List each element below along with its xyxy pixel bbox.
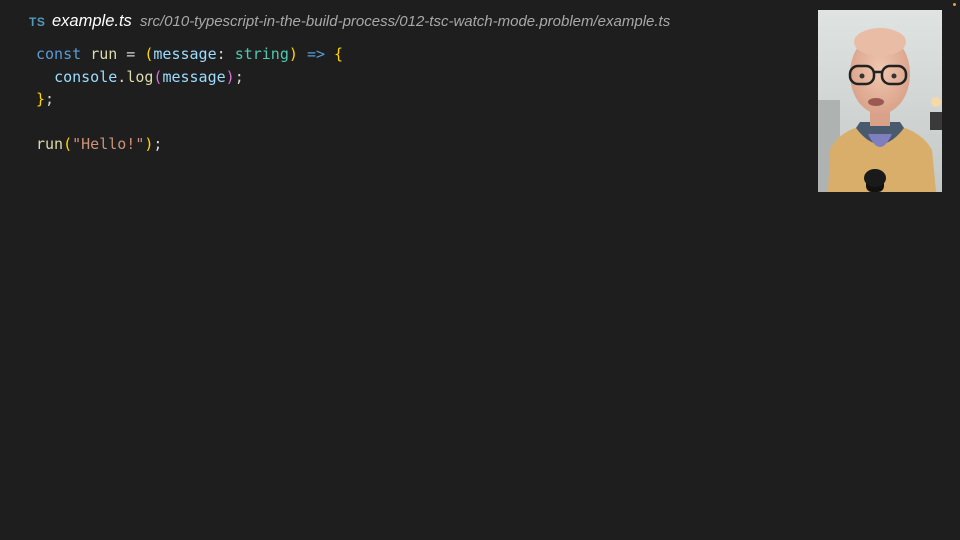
code-token: .: [117, 67, 127, 86]
code-token: message: [153, 45, 217, 63]
tab-filename: example.ts: [52, 12, 132, 30]
typescript-file-icon: TS: [29, 15, 46, 29]
code-line: };: [36, 88, 796, 111]
code-line: run("Hello!");: [36, 133, 796, 156]
code-line: console.log(message);: [36, 66, 796, 89]
recording-indicator-icon: [953, 3, 956, 6]
code-token: =>: [306, 45, 325, 63]
code-token: run: [36, 135, 64, 153]
code-token: ;: [153, 135, 163, 153]
code-token: :: [216, 45, 235, 63]
code-token: run: [90, 45, 118, 63]
tab-file-path: src/010-typescript-in-the-build-process/…: [140, 13, 671, 30]
code-token: ;: [234, 67, 244, 86]
code-editor[interactable]: const run = (message: string) => { conso…: [36, 43, 796, 156]
code-token: }: [36, 90, 46, 108]
code-line: const run = (message: string) => {: [36, 43, 796, 66]
code-token: ;: [45, 90, 55, 108]
code-token: (: [63, 135, 73, 153]
code-token: log: [126, 67, 154, 86]
presenter-webcam-icon: [818, 10, 942, 192]
presenter-webcam: [818, 10, 942, 192]
code-token: =: [117, 45, 145, 63]
code-token: message: [162, 67, 226, 86]
code-token: console: [54, 67, 118, 86]
code-token: {: [334, 45, 344, 63]
editor-tab[interactable]: TS example.ts src/010-typescript-in-the-…: [0, 0, 800, 42]
code-token: string: [234, 45, 289, 63]
code-token: ): [225, 67, 235, 86]
code-token: const: [36, 45, 82, 63]
code-token: "Hello!": [72, 135, 145, 153]
code-token: ): [288, 45, 298, 63]
